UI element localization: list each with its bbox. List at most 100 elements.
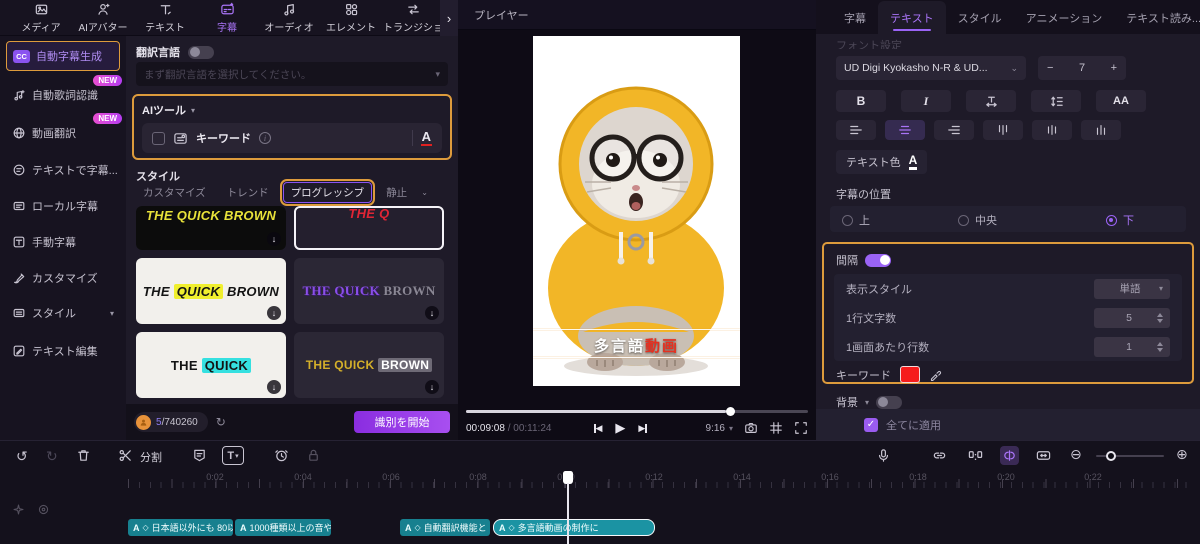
keyword-color-swatch[interactable]: [900, 366, 920, 383]
style-thumbnail[interactable]: THE QUICK BROWN ↓: [294, 332, 444, 398]
sidebar-item-text-edit[interactable]: テキスト編集: [6, 336, 120, 366]
text-color-button[interactable]: テキスト色 A: [836, 150, 927, 174]
user-avatar[interactable]: [136, 415, 151, 430]
timeline-ruler[interactable]: 0:02 0:04 0:06 0:08 0:10 0:12 0:14 0:16 …: [0, 471, 1200, 489]
grid-icon[interactable]: [769, 421, 783, 435]
sidebar-item-customize[interactable]: カスタマイズ: [6, 263, 120, 293]
previous-frame-button[interactable]: ◀: [594, 423, 602, 434]
download-icon[interactable]: ↓: [425, 380, 439, 394]
lock-icon[interactable]: [306, 448, 321, 463]
playhead[interactable]: [563, 471, 573, 484]
tab-text-settings[interactable]: テキスト: [878, 1, 946, 34]
text-orientation-button[interactable]: [966, 90, 1016, 112]
style-tab-progressive[interactable]: プログレッシブ: [283, 182, 373, 203]
spacing-toggle[interactable]: [865, 254, 891, 267]
bold-button[interactable]: B: [836, 90, 886, 112]
style-thumbnail[interactable]: THE QUICK BROWN ↓: [294, 258, 444, 324]
link-clips-icon[interactable]: [1000, 446, 1019, 465]
align-left-button[interactable]: [836, 120, 876, 140]
close-gap-icon[interactable]: [968, 448, 983, 463]
tab-elements[interactable]: エレメント: [320, 2, 382, 34]
next-frame-button[interactable]: ▶: [638, 423, 646, 434]
subtitle-clip[interactable]: A ◇ 日本語以外にも 80以上: [128, 519, 233, 536]
fit-timeline-icon[interactable]: [1036, 448, 1051, 463]
style-thumbnail[interactable]: THE QUICK ↓: [136, 332, 286, 398]
tab-text[interactable]: テキスト: [134, 2, 196, 34]
subtitle-clip[interactable]: A ◇ 自動翻訳機能と: [400, 519, 490, 536]
tab-style[interactable]: スタイル: [946, 1, 1014, 34]
tab-subtitles[interactable]: 字幕: [196, 2, 258, 34]
stepper-icon[interactable]: [1157, 313, 1163, 323]
italic-button[interactable]: I: [901, 90, 951, 112]
fullscreen-icon[interactable]: [794, 421, 808, 435]
sidebar-item-auto-subtitle[interactable]: CC 自動字幕生成: [6, 41, 120, 71]
style-tab-trend[interactable]: トレンド: [220, 183, 276, 202]
tab-audio[interactable]: オーディオ: [258, 2, 320, 34]
tab-ai-avatar[interactable]: AIアバター: [72, 2, 134, 34]
link-icon[interactable]: [932, 448, 947, 463]
position-bottom-radio[interactable]: 下: [1106, 212, 1134, 228]
video-preview[interactable]: 多言語動画: [533, 36, 740, 386]
vertical-align-middle-button[interactable]: [1032, 120, 1072, 140]
background-toggle[interactable]: [876, 396, 902, 409]
marker-icon[interactable]: [192, 448, 207, 463]
track-visibility-icon[interactable]: [37, 503, 50, 516]
magic-icon[interactable]: [12, 503, 25, 516]
seek-bar[interactable]: [466, 410, 808, 413]
tab-animation[interactable]: アニメーション: [1014, 1, 1115, 34]
download-icon[interactable]: ↓: [267, 232, 281, 246]
download-icon[interactable]: ↓: [425, 306, 439, 320]
voiceover-mic-icon[interactable]: [876, 448, 891, 463]
apply-all-checkbox[interactable]: ✓: [864, 418, 878, 432]
undo-button[interactable]: ↺: [16, 448, 28, 465]
align-right-button[interactable]: [934, 120, 974, 140]
split-button[interactable]: [118, 448, 133, 463]
tab-media[interactable]: メディア: [10, 2, 72, 34]
font-size-increase[interactable]: +: [1111, 62, 1117, 74]
sidebar-item-manual-subtitle[interactable]: 手動字幕: [6, 227, 120, 257]
add-text-button[interactable]: T▾: [222, 446, 244, 465]
download-icon[interactable]: ↓: [267, 306, 281, 320]
sidebar-item-text-to-subtitle[interactable]: テキストで字幕...: [6, 155, 120, 185]
timeline-zoom-slider[interactable]: [1096, 455, 1164, 457]
lines-per-screen-stepper[interactable]: 1: [1094, 337, 1170, 357]
align-center-button[interactable]: [885, 120, 925, 140]
keyframe-icon[interactable]: [274, 448, 289, 463]
keyword-color-button[interactable]: A: [421, 130, 432, 147]
ai-tools-header[interactable]: AIツール ▾: [142, 102, 442, 118]
sidebar-item-style[interactable]: スタイル ▾: [6, 298, 120, 328]
font-family-dropdown[interactable]: UD Digi Kyokasho N-R & UD... ⌄: [836, 56, 1026, 80]
download-icon[interactable]: ↓: [267, 380, 281, 394]
redo-button[interactable]: ↻: [46, 448, 58, 465]
keyword-checkbox[interactable]: [152, 132, 165, 145]
style-thumbnail[interactable]: THE QUICK BROWN ↓: [136, 206, 286, 250]
style-thumbnail-selected[interactable]: THE Q: [294, 206, 444, 250]
tab-text-to-speech[interactable]: テキスト読み...: [1114, 1, 1200, 34]
subtitle-clip[interactable]: A 1000種類以上の音や: [235, 519, 331, 536]
style-tab-customize[interactable]: カスタマイズ: [136, 183, 213, 202]
start-recognition-button[interactable]: 識別を開始: [354, 411, 450, 433]
split-label[interactable]: 分割: [140, 449, 162, 465]
chars-per-line-stepper[interactable]: 5: [1094, 308, 1170, 328]
text-case-button[interactable]: AA: [1096, 90, 1146, 112]
vertical-align-bottom-button[interactable]: [1081, 120, 1121, 140]
tab-subtitle[interactable]: 字幕: [832, 1, 878, 34]
delete-button[interactable]: [76, 448, 91, 463]
translate-language-dropdown[interactable]: まず翻訳言語を選択してください。 ▾: [136, 62, 448, 86]
font-size-decrease[interactable]: −: [1047, 62, 1053, 74]
zoom-in-icon[interactable]: ⊕: [1176, 446, 1188, 463]
toolbar-scroll-right-button[interactable]: ›: [440, 0, 458, 36]
position-top-radio[interactable]: 上: [842, 212, 870, 228]
line-spacing-button[interactable]: [1031, 90, 1081, 112]
seek-knob[interactable]: [726, 407, 735, 416]
style-thumbnail[interactable]: THE QUICK BROWN ↓: [136, 258, 286, 324]
video-subtitle-text[interactable]: 多言語動画: [533, 335, 740, 356]
aspect-ratio-dropdown[interactable]: 9:16▾: [706, 423, 733, 434]
chevron-down-icon[interactable]: ⌄: [421, 188, 428, 197]
refresh-icon[interactable]: ↻: [216, 415, 226, 429]
subtitle-clip-selected[interactable]: A ◇ 多言語動画の制作に: [493, 519, 655, 536]
vertical-align-top-button[interactable]: [983, 120, 1023, 140]
zoom-out-icon[interactable]: ⊖: [1070, 446, 1082, 463]
play-button[interactable]: ▶: [615, 420, 625, 436]
position-center-radio[interactable]: 中央: [958, 212, 997, 228]
